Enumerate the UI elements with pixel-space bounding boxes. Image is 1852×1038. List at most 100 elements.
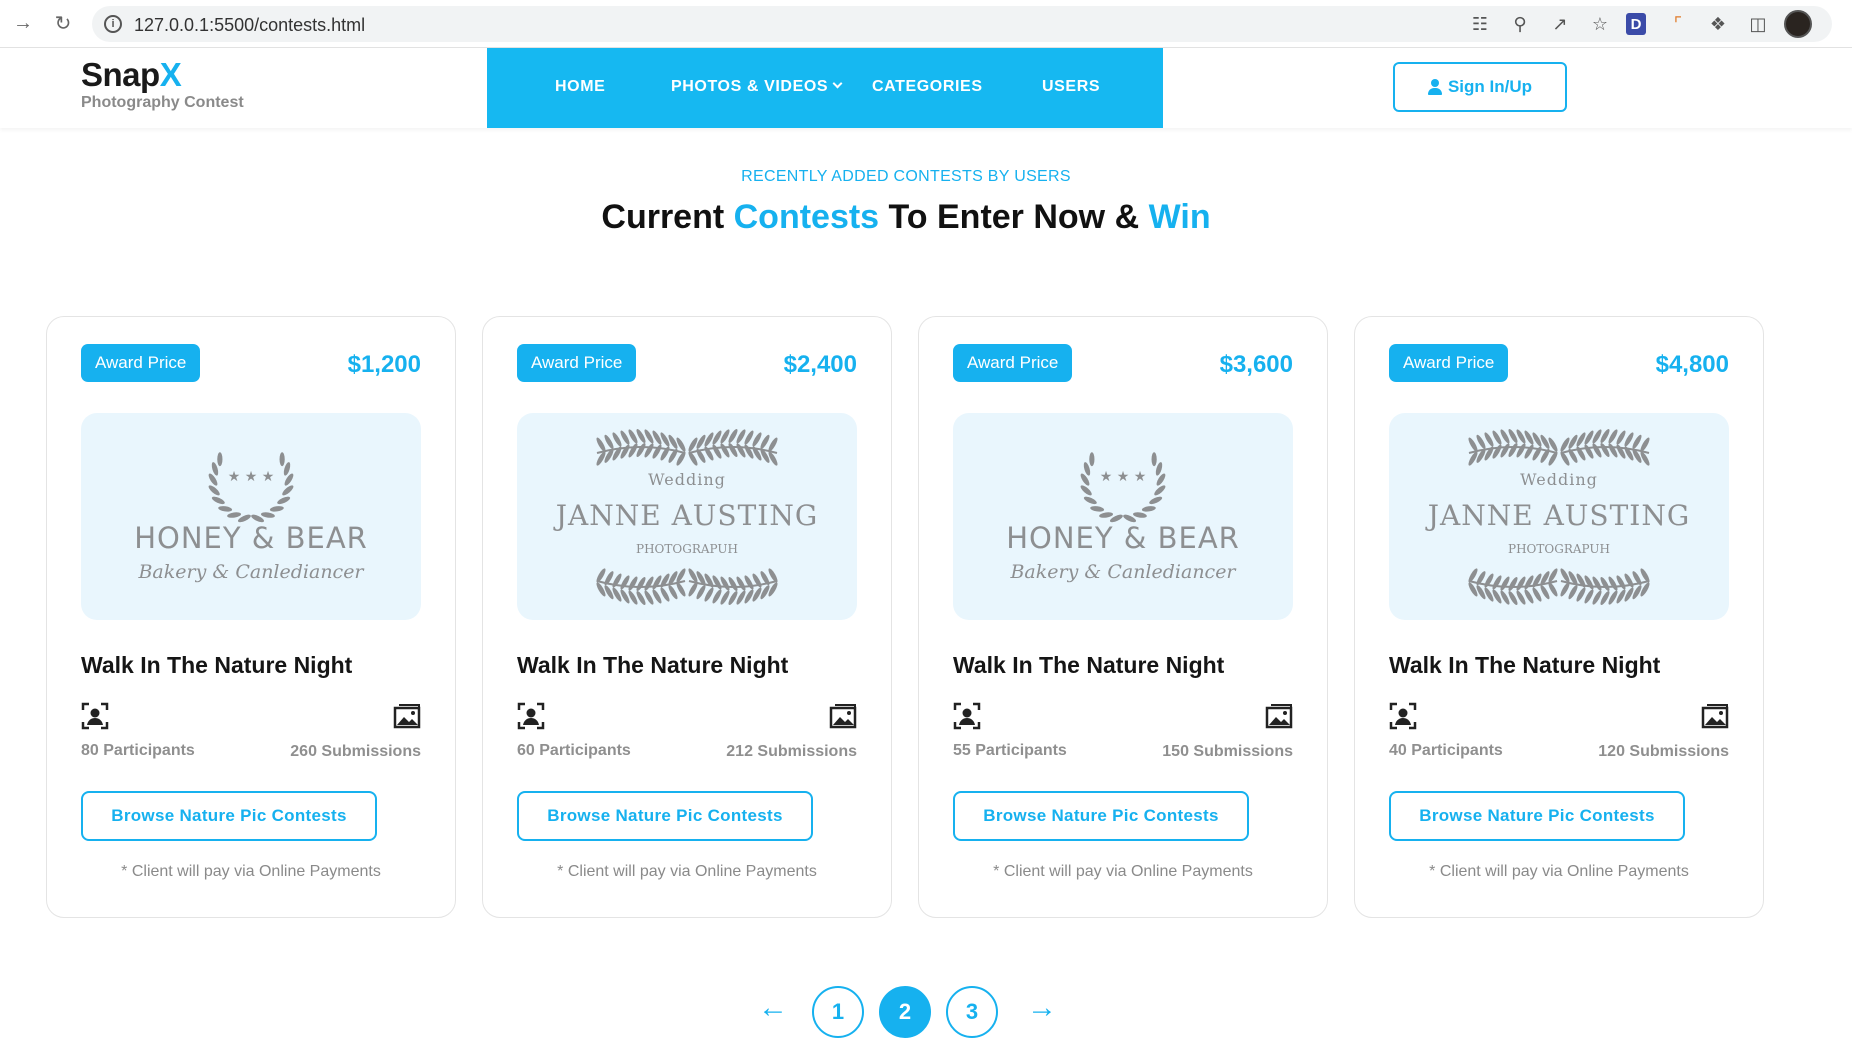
- participants-icon: [517, 702, 545, 730]
- wreath-top-right-icon: [688, 428, 778, 466]
- payment-note: * Client will pay via Online Payments: [121, 863, 381, 880]
- laurel-left-icon: [1080, 452, 1123, 523]
- wreath-bottom-right-icon: [688, 568, 778, 606]
- puzzle-icon[interactable]: ❖: [1704, 10, 1732, 38]
- nav-categories[interactable]: CATEGORIES: [872, 78, 983, 96]
- profile-avatar[interactable]: [1784, 10, 1812, 38]
- submissions-count: 212 Submissions: [726, 743, 857, 760]
- browse-contests-button[interactable]: Browse Nature Pic Contests: [517, 791, 813, 841]
- next-page-arrow-icon[interactable]: →: [1027, 993, 1057, 1023]
- payment-note: * Client will pay via Online Payments: [557, 863, 817, 880]
- contest-logo-image[interactable]: ★ ★ ★ HONEY & BEAR Bakery & Canlediancer: [81, 413, 421, 620]
- section-title: Current Contests To Enter Now & Win: [0, 198, 1812, 237]
- browse-contests-button[interactable]: Browse Nature Pic Contests: [1389, 791, 1685, 841]
- payment-note: * Client will pay via Online Payments: [1429, 863, 1689, 880]
- contest-title[interactable]: Walk In The Nature Night: [517, 652, 788, 679]
- browse-contests-button[interactable]: Browse Nature Pic Contests: [81, 791, 377, 841]
- brand-logo: ★ ★ ★ HONEY & BEAR Bakery & Canlediancer: [134, 452, 368, 583]
- logo-wedding: Wedding: [648, 470, 726, 489]
- d-extension-icon[interactable]: D: [1626, 13, 1646, 35]
- award-price: $4,800: [1655, 351, 1729, 378]
- logo-x-mark: X: [159, 56, 182, 93]
- logo-brand-name: HONEY & BEAR: [134, 521, 368, 555]
- user-icon: [1427, 79, 1442, 95]
- title-highlight-contests: Contests: [733, 198, 880, 236]
- logo-stars: ★ ★ ★: [1100, 469, 1147, 485]
- award-price: $2,400: [783, 351, 857, 378]
- wreath-top-left-icon: [596, 428, 686, 466]
- share-icon[interactable]: ↗: [1546, 10, 1574, 38]
- payment-note: * Client will pay via Online Payments: [993, 863, 1253, 880]
- sidepanel-icon[interactable]: ◫: [1744, 10, 1772, 38]
- nav-photos-videos[interactable]: PHOTOS & VIDEOS: [671, 78, 843, 96]
- contest-card-2: Award Price $2,400 Wedding JANNE AUSTING P…: [482, 316, 892, 918]
- main-nav: HOME PHOTOS & VIDEOS CATEGORIES USERS: [487, 48, 1163, 128]
- participants-icon: [953, 702, 981, 730]
- logo-wedding: Wedding: [1520, 470, 1598, 489]
- prev-page-arrow-icon[interactable]: ←: [758, 993, 788, 1023]
- wreath-bottom-left-icon: [1468, 568, 1558, 606]
- logo-brand-sub: PHOTOGRAPUH: [636, 542, 738, 556]
- wreath-top-right-icon: [1560, 428, 1650, 466]
- logo-brand-name: JANNE AUSTING: [1425, 499, 1690, 532]
- forward-icon[interactable]: →: [10, 10, 36, 36]
- contest-title[interactable]: Walk In The Nature Night: [81, 652, 352, 679]
- participants-icon: [1389, 702, 1417, 730]
- submissions-icon: [1265, 704, 1293, 729]
- contest-title[interactable]: Walk In The Nature Night: [953, 652, 1224, 679]
- wreath-top-left-icon: [1468, 428, 1558, 466]
- star-icon[interactable]: ☆: [1586, 10, 1614, 38]
- award-price: $3,600: [1219, 351, 1293, 378]
- browser-actions: ☷ ⚲ ↗ ☆ D ⌜ ❖ ◫: [1466, 10, 1824, 38]
- page-1-button[interactable]: 1: [812, 986, 864, 1038]
- submissions-count: 150 Submissions: [1162, 743, 1293, 760]
- submissions-count: 120 Submissions: [1598, 743, 1729, 760]
- submissions-icon: [829, 704, 857, 729]
- brand-logo: Wedding JANNE AUSTING PHOTOGRAPUH: [1425, 428, 1690, 606]
- title-highlight-win: Win: [1148, 198, 1211, 236]
- sign-in-label: Sign In/Up: [1447, 77, 1533, 96]
- award-badge: Award Price: [1389, 344, 1509, 382]
- wreath-bottom-left-icon: [596, 568, 686, 606]
- contest-logo-image[interactable]: Wedding JANNE AUSTING PHOTOGRAPUH: [517, 413, 857, 620]
- logo-name: SnapX: [81, 56, 244, 94]
- browser-toolbar: → ↻ i 127.0.0.1:5500/contests.html ☷ ⚲ ↗…: [0, 0, 1852, 48]
- info-icon[interactable]: i: [104, 15, 122, 33]
- site-header: SnapX Photography Contest HOME PHOTOS & …: [0, 48, 1852, 128]
- logo-tagline: Photography Contest: [81, 94, 244, 111]
- url-text[interactable]: 127.0.0.1:5500/contests.html: [134, 15, 365, 36]
- logo-brand-name: JANNE AUSTING: [553, 499, 818, 532]
- browse-contests-button[interactable]: Browse Nature Pic Contests: [953, 791, 1249, 841]
- ruler-extension-icon[interactable]: ⌜: [1664, 10, 1692, 38]
- laurel-right-icon: [1123, 452, 1166, 523]
- page-2-button[interactable]: 2: [879, 986, 931, 1038]
- logo-stars: ★ ★ ★: [228, 469, 275, 485]
- nav-users[interactable]: USERS: [1042, 78, 1100, 96]
- site-logo[interactable]: SnapX Photography Contest: [81, 56, 244, 112]
- reload-icon[interactable]: ↻: [50, 10, 76, 36]
- award-badge: Award Price: [81, 344, 201, 382]
- logo-brand-name: HONEY & BEAR: [1006, 521, 1240, 555]
- submissions-count: 260 Submissions: [290, 743, 421, 760]
- sign-in-button[interactable]: Sign In/Up: [1393, 62, 1567, 112]
- award-price: $1,200: [347, 351, 421, 378]
- contest-logo-image[interactable]: ★ ★ ★ HONEY & BEAR Bakery & Canlediancer: [953, 413, 1293, 620]
- award-badge: Award Price: [517, 344, 637, 382]
- section-kicker: RECENTLY ADDED CONTESTS BY USERS: [741, 168, 1071, 185]
- contest-logo-image[interactable]: Wedding JANNE AUSTING PHOTOGRAPUH: [1389, 413, 1729, 620]
- nav-photos-videos-label: PHOTOS & VIDEOS: [671, 78, 829, 95]
- translate-icon[interactable]: ☷: [1466, 10, 1494, 38]
- logo-brand-sub: Bakery & Canlediancer: [137, 561, 365, 583]
- contest-card-1: Award Price $1,200 ★ ★ ★ HONEY & BEAR Bake…: [46, 316, 456, 918]
- laurel-right-icon: [251, 452, 294, 523]
- contest-card-3: Award Price $3,600 ★ ★ ★ HONEY & BEAR Bake…: [918, 316, 1328, 918]
- laurel-left-icon: [208, 452, 251, 523]
- logo-brand-sub: Bakery & Canlediancer: [1009, 561, 1237, 583]
- title-part-1: Current: [601, 198, 734, 236]
- title-part-2: To Enter Now &: [879, 198, 1149, 236]
- contest-title[interactable]: Walk In The Nature Night: [1389, 652, 1660, 679]
- wreath-bottom-right-icon: [1560, 568, 1650, 606]
- nav-home[interactable]: HOME: [555, 78, 605, 96]
- page-3-button[interactable]: 3: [946, 986, 998, 1038]
- zoom-icon[interactable]: ⚲: [1506, 10, 1534, 38]
